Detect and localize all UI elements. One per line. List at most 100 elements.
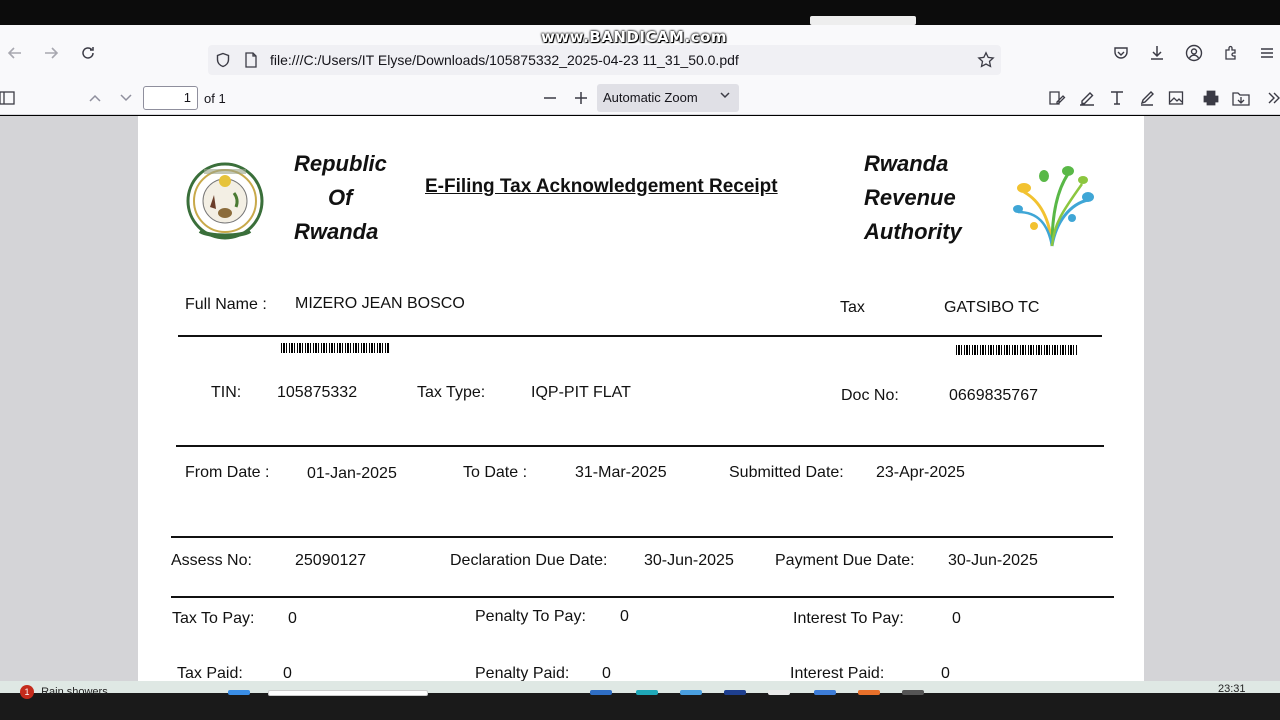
pdf-viewer[interactable]: Republic Of Rwanda E-Filing Tax Acknowle…: [0, 116, 1280, 681]
header-republic-line1: Republic: [294, 151, 387, 176]
page-count: of 1: [204, 91, 226, 106]
header-republic-line3: Rwanda: [294, 219, 379, 244]
assess-no-value: 25090127: [295, 552, 367, 569]
notification-badge: 1: [20, 685, 34, 699]
interest-to-pay-label: Interest To Pay:: [793, 610, 904, 627]
shield-icon[interactable]: [215, 52, 231, 68]
forward-button[interactable]: [40, 42, 62, 64]
to-date-value: 31-Mar-2025: [575, 464, 667, 481]
previous-page-button[interactable]: [85, 88, 105, 108]
assess-no-label: Assess No:: [171, 552, 252, 569]
taskbar: 1 Rain showers 23:31: [0, 681, 1280, 720]
interest-paid-value: 0: [941, 665, 950, 681]
double-chevron-right-icon: [1268, 92, 1280, 104]
tax-office-label: Tax: [840, 299, 865, 316]
sidebar-icon: [0, 91, 15, 105]
pocket-button[interactable]: [1110, 42, 1132, 64]
penalty-to-pay-label: Penalty To Pay:: [475, 608, 586, 625]
app-icon[interactable]: [814, 690, 836, 695]
recording-watermark: www.BANDICAM.com: [541, 28, 728, 46]
app-icon[interactable]: [680, 690, 702, 695]
page-icon[interactable]: [244, 52, 258, 68]
menu-icon: [1261, 48, 1273, 58]
header-rra-line1: Rwanda: [864, 151, 949, 176]
divider-line: [178, 335, 1102, 337]
divider-line: [176, 445, 1104, 447]
doc-no-value: 0669835767: [949, 387, 1038, 404]
account-button[interactable]: [1183, 42, 1205, 64]
highlighter-icon: [1080, 92, 1094, 106]
pen-icon: [1140, 91, 1154, 106]
add-text-button[interactable]: [1107, 88, 1127, 108]
tax-paid-label: Tax Paid:: [177, 665, 243, 681]
app-icon[interactable]: [590, 690, 612, 695]
app-icon[interactable]: [724, 690, 746, 695]
highlight-button[interactable]: [1077, 88, 1097, 108]
chevron-down-icon: [120, 94, 132, 102]
payment-due-value: 30-Jun-2025: [948, 552, 1038, 569]
rra-logo-icon: [1013, 166, 1094, 247]
image-icon: [1168, 91, 1184, 105]
draw-button[interactable]: [1137, 88, 1157, 108]
minus-icon: [544, 97, 556, 99]
app-icon[interactable]: [636, 690, 658, 695]
app-icon[interactable]: [858, 690, 880, 695]
app-icon[interactable]: [902, 690, 924, 695]
zoom-in-button[interactable]: [571, 88, 591, 108]
page-number-input[interactable]: 1: [143, 86, 198, 110]
print-button[interactable]: [1201, 88, 1221, 108]
back-button[interactable]: [4, 42, 26, 64]
pdf-toolbar: 1 of 1 Automatic Zoom: [0, 81, 1280, 115]
zoom-select[interactable]: Automatic Zoom: [597, 84, 739, 112]
search-box[interactable]: [268, 690, 428, 696]
document-title: E-Filing Tax Acknowledgement Receipt: [425, 176, 778, 197]
divider-line: [171, 596, 1114, 598]
add-image-button[interactable]: [1166, 88, 1186, 108]
chevron-up-icon: [89, 94, 101, 102]
app-icon[interactable]: [768, 690, 790, 695]
interest-paid-label: Interest Paid:: [790, 665, 885, 681]
chevron-down-icon: [719, 89, 731, 104]
declaration-due-label: Declaration Due Date:: [450, 552, 608, 569]
full-name-label: Full Name :: [185, 296, 267, 313]
reload-button[interactable]: [77, 42, 99, 64]
zoom-out-button[interactable]: [540, 88, 560, 108]
barcode-left: [281, 343, 389, 353]
tin-label: TIN:: [211, 384, 242, 401]
account-icon: [1185, 44, 1203, 62]
penalty-paid-label: Penalty Paid:: [475, 665, 570, 681]
tax-office-value: GATSIBO TC: [944, 299, 1040, 316]
payment-due-label: Payment Due Date:: [775, 552, 915, 569]
url-bar[interactable]: file:///C:/Users/IT Elyse/Downloads/1058…: [208, 45, 1001, 75]
tax-to-pay-label: Tax To Pay:: [172, 610, 255, 627]
edit-pdf-button[interactable]: [1047, 88, 1067, 108]
weather-text: Rain showers: [41, 686, 108, 698]
save-pdf-button[interactable]: [1231, 88, 1251, 108]
app-menu-button[interactable]: [1256, 42, 1278, 64]
next-page-button[interactable]: [116, 88, 136, 108]
browser-tab[interactable]: [810, 16, 916, 25]
weather-widget[interactable]: 1 Rain showers: [20, 685, 108, 699]
header-rra-line3: Authority: [864, 219, 962, 244]
divider-line: [171, 536, 1113, 538]
sidebar-toggle-button[interactable]: [0, 88, 17, 108]
printer-icon: [1203, 90, 1219, 106]
extensions-button[interactable]: [1220, 42, 1242, 64]
header-republic-line2: Of: [328, 185, 353, 210]
from-date-label: From Date :: [185, 464, 270, 481]
interest-to-pay-value: 0: [952, 610, 961, 627]
plus-icon: [575, 92, 587, 104]
tax-paid-value: 0: [283, 665, 292, 681]
url-text[interactable]: file:///C:/Users/IT Elyse/Downloads/1058…: [270, 52, 739, 68]
pdf-page: Republic Of Rwanda E-Filing Tax Acknowle…: [138, 116, 1144, 681]
download-icon: [1151, 46, 1163, 60]
to-date-label: To Date :: [463, 464, 528, 481]
downloads-button[interactable]: [1146, 42, 1168, 64]
clock[interactable]: 23:31: [1218, 683, 1246, 695]
tax-type-label: Tax Type:: [417, 384, 486, 401]
star-icon[interactable]: [977, 51, 995, 69]
doc-no-label: Doc No:: [841, 387, 899, 404]
arrow-left-icon: [7, 47, 21, 59]
start-icon[interactable]: [228, 690, 250, 695]
more-tools-button[interactable]: [1264, 88, 1280, 108]
